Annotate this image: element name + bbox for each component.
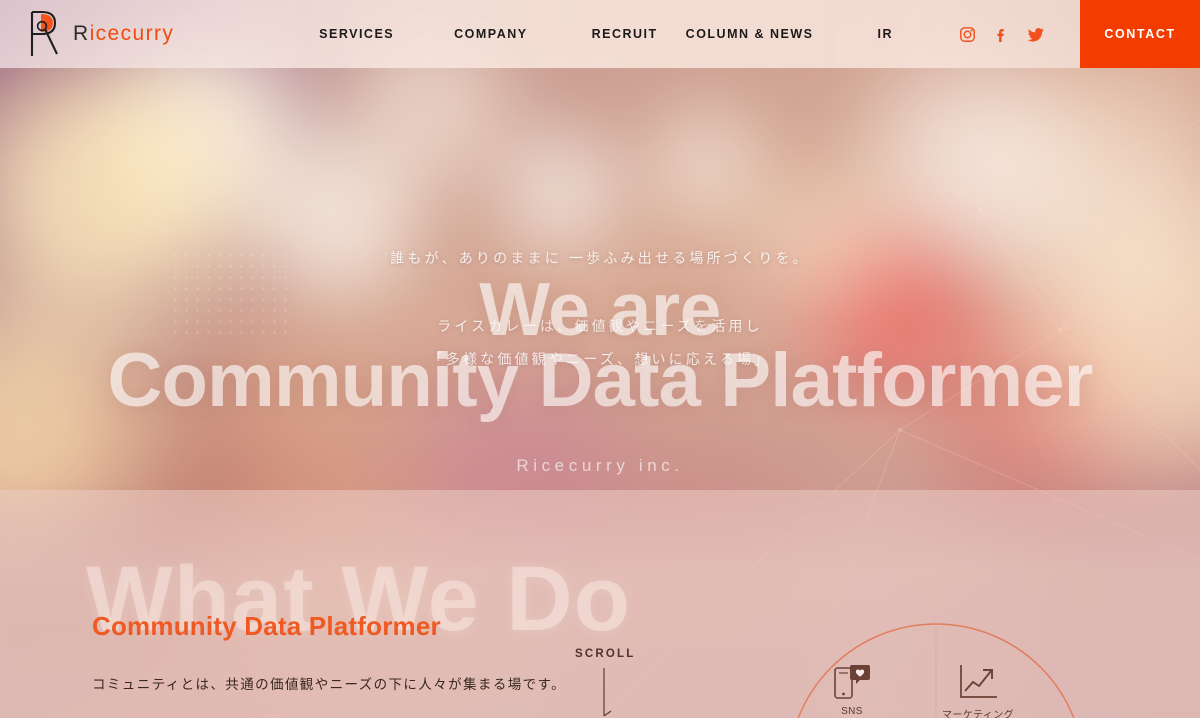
what-we-do-title: Community Data Platformer [92,611,441,641]
scroll-label: SCROLL [575,648,636,660]
hero-company-name: Ricecurry inc. [516,456,684,475]
scroll-indicator[interactable]: SCROLL [575,648,635,718]
ricecurry-r-logo-icon [30,10,58,56]
instagram-icon[interactable] [959,26,976,43]
nav-item-company[interactable]: COMPANY [446,27,535,41]
brand-logo[interactable]: Ricecurry [26,9,174,59]
what-we-do-lead-text: コミュニティとは、共通の価値観やニーズの下に人々が集まる場です。 [92,677,566,692]
brand-name-rest: icecurry [89,22,175,45]
brand-name: Ricecurry [73,22,174,46]
facebook-icon[interactable] [993,26,1010,43]
nav-item-column-news[interactable]: COLUMN & NEWS [678,27,822,41]
hero-headline-line2: Community Data Platformer [107,338,1093,424]
hero-section: 誰もが、ありのままに 一歩ふみ出せる場所づくりを。 ライスカレーは、価値観やニー… [0,68,1200,498]
hero-tagline-jp: 誰もが、ありのままに 一歩ふみ出せる場所づくりを。 [390,250,810,266]
nav-item-ir[interactable]: IR [870,27,902,41]
hero-headline: We are Community Data Platformer [0,272,1200,424]
site-header: Ricecurry SERVICES COMPANY RECRUIT COLUM… [0,0,1200,68]
nav-item-services[interactable]: SERVICES [311,27,402,41]
contact-button[interactable]: CONTACT [1080,0,1200,68]
nav-item-recruit[interactable]: RECRUIT [584,27,666,41]
main-navigation: SERVICES COMPANY RECRUIT COLUMN & NEWS I… [311,27,901,41]
arrow-down-icon [603,668,612,717]
social-links [959,26,1044,43]
twitter-icon[interactable] [1027,26,1044,43]
brand-initial: R [73,22,90,45]
